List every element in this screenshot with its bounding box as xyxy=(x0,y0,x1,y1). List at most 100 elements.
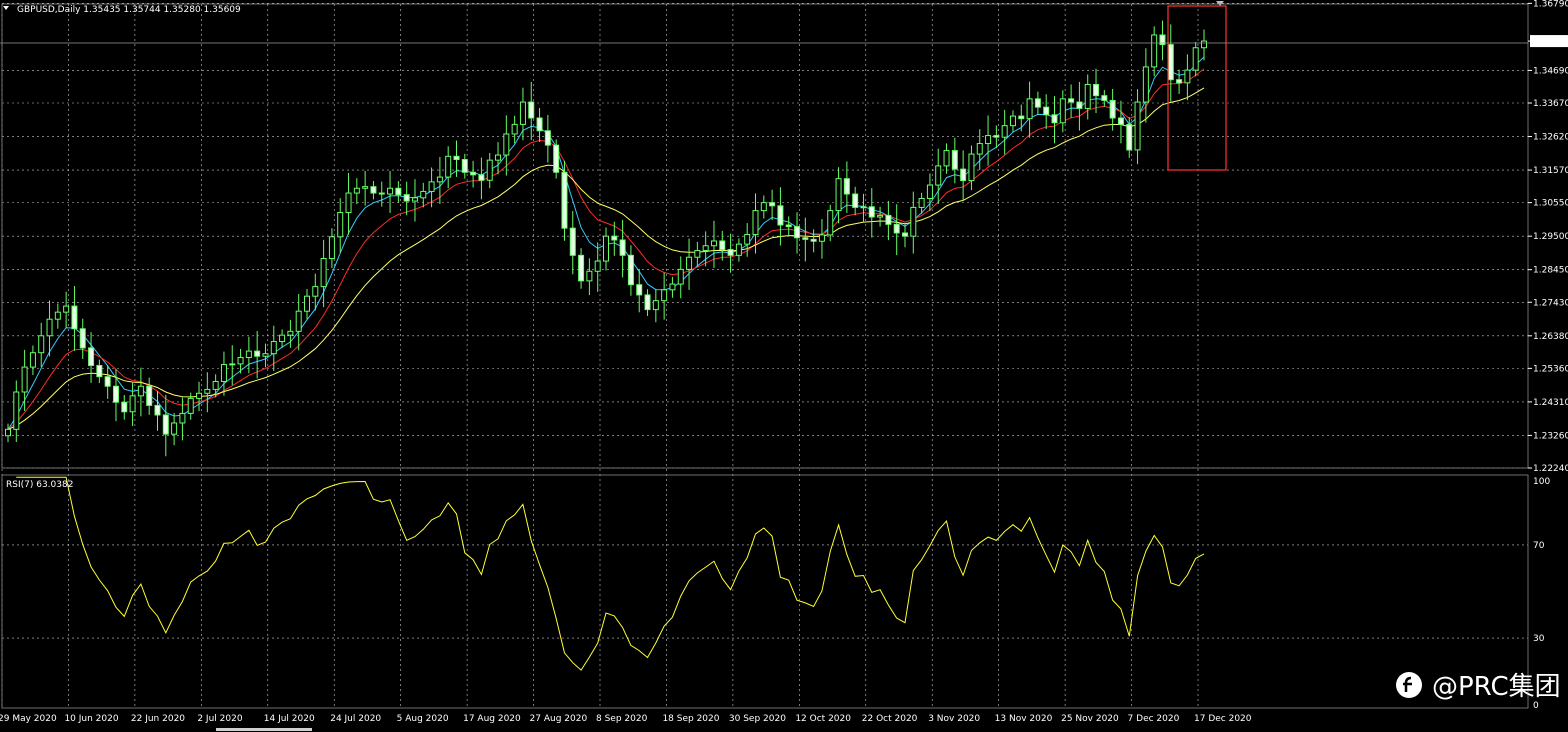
candle-body xyxy=(387,187,394,195)
x-tick-label: 5 Aug 2020 xyxy=(397,714,449,724)
candle-body xyxy=(112,385,119,403)
candle-body xyxy=(312,286,319,297)
candle-body xyxy=(378,192,385,195)
y-tick-label: 1.31570 xyxy=(1533,166,1568,176)
candle-body xyxy=(727,249,734,256)
candle-body xyxy=(237,357,244,365)
candle-body xyxy=(229,363,236,366)
candle-body xyxy=(1101,95,1108,101)
y-tick-label: 1.35609 xyxy=(1533,37,1568,47)
candle-body xyxy=(1201,40,1207,49)
candle-body xyxy=(1192,47,1199,71)
candle-body xyxy=(21,366,28,393)
candle-body xyxy=(985,135,992,145)
x-tick-label: 22 Oct 2020 xyxy=(862,714,918,724)
price-chart[interactable]: GBPUSD,Daily 1.35435 1.35744 1.35280 1.3… xyxy=(0,0,1568,732)
candle-body xyxy=(1009,115,1016,127)
candle-body xyxy=(1142,66,1149,103)
candle-body xyxy=(1051,114,1058,124)
watermark-text: @PRC集团 xyxy=(1432,672,1561,702)
candle-body xyxy=(96,364,103,378)
candle-body xyxy=(636,284,643,296)
candle-body xyxy=(561,171,568,229)
rsi-tick-label: 70 xyxy=(1533,541,1545,551)
candle-body xyxy=(669,283,676,291)
candle-body xyxy=(885,214,892,225)
x-tick-label: 8 Sep 2020 xyxy=(596,714,648,724)
y-tick-label: 1.28450 xyxy=(1533,266,1568,276)
candle-body xyxy=(802,237,809,240)
candle-body xyxy=(71,305,78,330)
candle-body xyxy=(694,250,701,258)
candle-body xyxy=(578,254,585,282)
candle-body xyxy=(362,186,369,189)
candle-body xyxy=(1084,83,1091,109)
candle-body xyxy=(287,330,294,336)
candle-body xyxy=(121,401,128,413)
candle-body xyxy=(1018,115,1025,120)
candle-body xyxy=(146,385,153,406)
candle-body xyxy=(993,135,1000,138)
candle-body xyxy=(1126,123,1133,151)
candle-body xyxy=(910,206,917,237)
candle-body xyxy=(719,240,726,251)
candle-body xyxy=(1109,99,1116,119)
candle-body xyxy=(295,310,302,332)
candle-body xyxy=(868,206,875,218)
candle-body xyxy=(1134,101,1141,151)
x-tick-label: 3 Nov 2020 xyxy=(928,714,980,724)
candle-body xyxy=(769,202,776,207)
candle-body xyxy=(594,260,601,272)
candle-body xyxy=(129,395,136,413)
rsi-info: RSI(7) 63.0382 xyxy=(6,480,73,490)
candle-body xyxy=(752,210,759,236)
candle-body xyxy=(88,347,95,366)
x-tick-label: 24 Jul 2020 xyxy=(330,714,381,724)
candle-body xyxy=(611,235,618,241)
candle-body xyxy=(710,240,717,247)
candle-body xyxy=(960,168,967,182)
candle-body xyxy=(827,210,834,236)
y-tick-label: 1.22240 xyxy=(1533,464,1568,474)
candle-body xyxy=(79,328,86,349)
candle-body xyxy=(519,101,526,125)
candle-body xyxy=(835,178,842,212)
candle-body xyxy=(652,300,659,311)
x-tick-label: 10 Jun 2020 xyxy=(64,714,118,724)
y-tick-label: 1.24310 xyxy=(1533,398,1568,408)
candle-body xyxy=(1043,106,1050,116)
candle-body xyxy=(528,101,535,119)
candle-body xyxy=(744,234,751,245)
candle-body xyxy=(702,245,709,252)
candle-body xyxy=(420,190,427,199)
candle-body xyxy=(536,117,543,132)
candle-body xyxy=(320,258,327,288)
candle-body xyxy=(968,153,975,182)
prc-logo-icon xyxy=(1396,671,1422,698)
chart-grid xyxy=(1,3,1528,708)
candle-body xyxy=(196,392,203,399)
y-tick-label: 1.33670 xyxy=(1533,99,1568,109)
dropdown-arrow-icon[interactable] xyxy=(3,6,9,10)
candle-body xyxy=(137,385,144,397)
candle-body xyxy=(46,318,53,337)
y-tick-label: 1.32620 xyxy=(1533,133,1568,143)
scrollbar-thumb[interactable] xyxy=(216,728,312,731)
candle-body xyxy=(553,144,560,173)
rsi-pane xyxy=(16,476,1205,671)
candle-body xyxy=(735,243,742,256)
candle-body xyxy=(951,150,958,170)
candle-body xyxy=(1117,117,1124,125)
candle-body xyxy=(461,159,468,173)
candle-body xyxy=(877,214,884,218)
candle-body xyxy=(38,335,45,354)
candle-body xyxy=(810,238,817,242)
x-tick-label: 14 Jul 2020 xyxy=(264,714,315,724)
candle-body xyxy=(619,239,626,256)
candle-body xyxy=(204,388,211,394)
symbol-info: GBPUSD,Daily 1.35435 1.35744 1.35280 1.3… xyxy=(17,5,241,15)
candle-body xyxy=(544,130,551,146)
candle-body xyxy=(453,155,460,161)
candle-body xyxy=(54,311,61,320)
candle-body xyxy=(843,178,850,195)
